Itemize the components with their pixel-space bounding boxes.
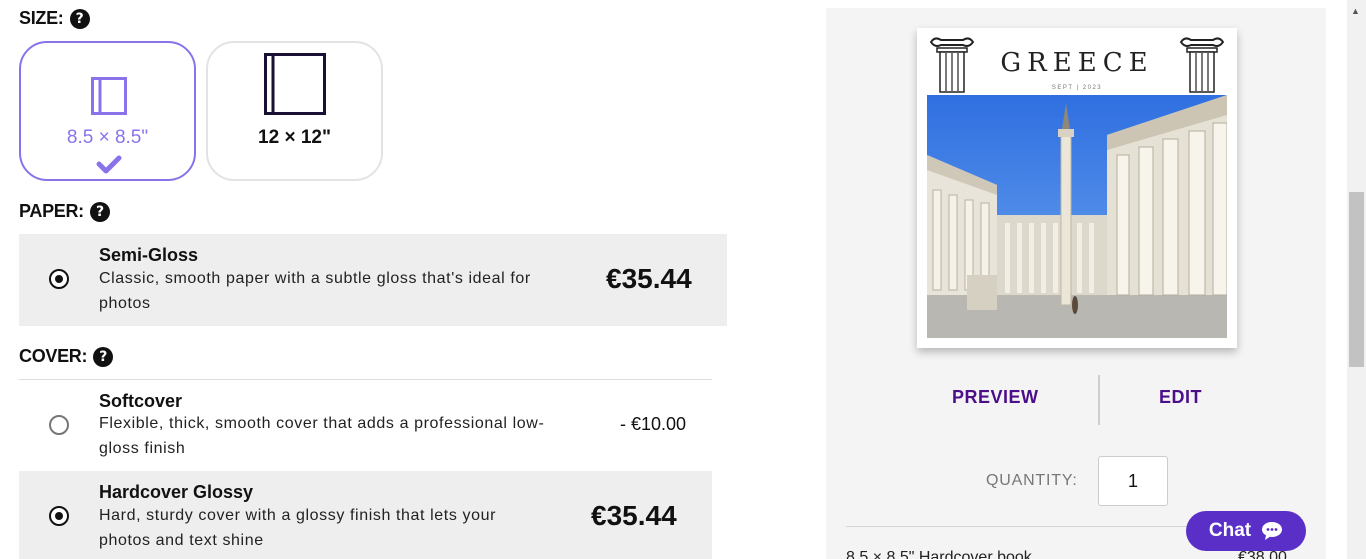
size-option-label: 8.5 × 8.5" <box>66 127 149 148</box>
help-icon[interactable]: ? <box>89 201 110 222</box>
paper-label: PAPER: <box>19 201 84 221</box>
quantity-label: QUANTITY: <box>986 472 1078 489</box>
option-title: Semi-Gloss <box>99 245 199 265</box>
cover-label: COVER: <box>19 346 88 366</box>
option-description: photos <box>99 295 151 312</box>
cover-option-hardcover-glossy[interactable]: Hardcover Glossy Hard, sturdy cover with… <box>19 471 712 559</box>
option-price: - €10.00 <box>620 414 687 434</box>
checkmark-icon <box>96 155 122 174</box>
book-cover-preview: GREECE SEPT | 2023 <box>917 28 1237 348</box>
paper-section-label: PAPER: ? <box>19 201 110 222</box>
size-section-label: SIZE: ? <box>19 8 90 29</box>
size-option-label: 12 × 12" <box>258 127 331 148</box>
cover-photo <box>927 95 1227 338</box>
size-option-8-5[interactable]: 8.5 × 8.5" <box>19 41 196 181</box>
scrollbar-thumb[interactable] <box>1349 192 1364 367</box>
option-title: Softcover <box>99 391 183 411</box>
chat-label: Chat <box>1208 520 1252 541</box>
radio-button[interactable] <box>49 269 69 289</box>
size-option-12[interactable]: 12 × 12" <box>206 41 383 181</box>
quantity-input[interactable]: 1 <box>1098 456 1168 506</box>
help-icon[interactable]: ? <box>69 8 90 29</box>
book-title: GREECE <box>1000 48 1154 78</box>
radio-button[interactable] <box>49 506 69 526</box>
chat-bubble-icon <box>1262 522 1283 540</box>
scroll-up-arrow-icon[interactable]: ▲ <box>1351 6 1360 16</box>
book-subtitle: SEPT | 2023 <box>1051 85 1103 91</box>
square-book-icon <box>264 53 326 115</box>
size-label: SIZE: <box>19 8 64 28</box>
option-description: gloss finish <box>99 440 186 457</box>
option-description: Flexible, thick, smooth cover that adds … <box>99 415 545 432</box>
help-icon[interactable]: ? <box>93 346 114 367</box>
cover-section-label: COVER: ? <box>19 346 114 367</box>
radio-button[interactable] <box>49 415 69 435</box>
preview-link[interactable]: PREVIEW <box>952 387 1039 408</box>
column-icon <box>1179 37 1225 93</box>
option-price: €35.44 <box>606 263 692 294</box>
option-description: Hard, sturdy cover with a glossy finish … <box>99 507 496 524</box>
column-icon <box>929 37 975 93</box>
cover-option-softcover[interactable]: Softcover Flexible, thick, smooth cover … <box>19 380 712 470</box>
chat-button[interactable]: Chat <box>1186 511 1306 551</box>
square-book-icon <box>91 77 127 115</box>
option-description: Classic, smooth paper with a subtle glos… <box>99 270 531 287</box>
paper-option-semi-gloss[interactable]: Semi-Gloss Classic, smooth paper with a … <box>19 234 727 326</box>
edit-link[interactable]: EDIT <box>1159 387 1202 408</box>
option-title: Hardcover Glossy <box>99 482 254 502</box>
summary-item-label: 8.5 × 8.5" Hardcover book <box>846 549 1032 559</box>
option-price: €35.44 <box>591 500 677 531</box>
option-description: photos and text shine <box>99 532 264 549</box>
divider <box>1098 375 1100 425</box>
